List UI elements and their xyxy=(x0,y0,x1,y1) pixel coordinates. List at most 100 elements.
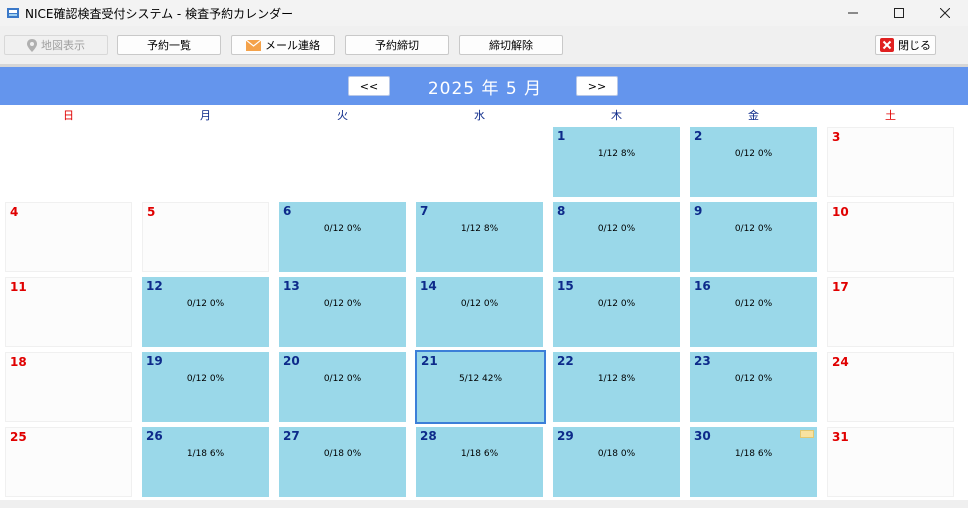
prev-month-button[interactable]: << xyxy=(348,76,390,96)
calendar-cell-day-5[interactable]: 5 xyxy=(142,202,269,272)
mail-button-label: メール連絡 xyxy=(265,39,320,52)
calendar-cell-empty xyxy=(142,127,269,197)
calendar-cell-day-16[interactable]: 16 0/12 0% xyxy=(690,277,817,347)
calendar-cell-day-1[interactable]: 1 1/12 8% xyxy=(553,127,680,197)
reservation-stat: 1/12 8% xyxy=(597,374,636,384)
reservation-stat: 0/12 0% xyxy=(734,374,773,384)
map-button[interactable]: 地図表示 xyxy=(4,35,108,55)
reservation-stat: 5/12 42% xyxy=(458,374,503,384)
weekday-sat: 土 xyxy=(885,109,896,122)
calendar-cell-day-3[interactable]: 3 xyxy=(827,127,954,197)
day-number: 19 xyxy=(146,354,163,368)
day-number: 5 xyxy=(147,205,156,219)
calendar-cell-day-23[interactable]: 23 0/12 0% xyxy=(690,352,817,422)
calendar-cell-empty xyxy=(416,127,543,197)
calendar-cell-day-24[interactable]: 24 xyxy=(827,352,954,422)
calendar-cell-day-7[interactable]: 7 1/12 8% xyxy=(416,202,543,272)
reservation-stat: 0/12 0% xyxy=(186,299,225,309)
calendar-cell-day-9[interactable]: 9 0/12 0% xyxy=(690,202,817,272)
day-number: 27 xyxy=(283,429,300,443)
day-number: 8 xyxy=(557,204,566,218)
reservation-stat: 0/18 0% xyxy=(597,449,636,459)
calendar-cell-day-18[interactable]: 18 xyxy=(5,352,132,422)
reservation-stat: 0/12 0% xyxy=(323,299,362,309)
calendar-cell-day-11[interactable]: 11 xyxy=(5,277,132,347)
reservation-list-button[interactable]: 予約一覧 xyxy=(117,35,221,55)
calendar-cell-day-12[interactable]: 12 0/12 0% xyxy=(142,277,269,347)
reservation-deadline-label: 予約締切 xyxy=(375,39,419,52)
app-icon xyxy=(7,8,19,18)
calendar-cell-day-10[interactable]: 10 xyxy=(827,202,954,272)
calendar-cell-day-14[interactable]: 14 0/12 0% xyxy=(416,277,543,347)
day-number: 15 xyxy=(557,279,574,293)
cancel-deadline-button[interactable]: 締切解除 xyxy=(459,35,563,55)
day-number: 12 xyxy=(146,279,163,293)
next-month-label: >> xyxy=(587,79,607,93)
day-number: 31 xyxy=(832,430,849,444)
calendar-cell-day-20[interactable]: 20 0/12 0% xyxy=(279,352,406,422)
maximize-icon xyxy=(894,8,904,18)
maximize-button[interactable] xyxy=(876,0,922,26)
reservation-stat: 0/12 0% xyxy=(734,149,773,159)
day-number: 6 xyxy=(283,204,292,218)
close-button-label: 閉じる xyxy=(898,39,931,52)
day-number: 16 xyxy=(694,279,711,293)
month-header: << 2025 年 5 月 >> xyxy=(0,67,968,105)
calendar-cell-day-26[interactable]: 26 1/18 6% xyxy=(142,427,269,497)
calendar-cell-day-31[interactable]: 31 xyxy=(827,427,954,497)
reservation-stat: 1/12 8% xyxy=(460,224,499,234)
day-number: 4 xyxy=(10,205,19,219)
close-button[interactable]: 閉じる xyxy=(875,35,936,55)
calendar-cell-day-19[interactable]: 19 0/12 0% xyxy=(142,352,269,422)
calendar-cell-day-27[interactable]: 27 0/18 0% xyxy=(279,427,406,497)
calendar-cell-empty xyxy=(279,127,406,197)
minimize-button[interactable] xyxy=(830,0,876,26)
day-number: 20 xyxy=(283,354,300,368)
day-number: 11 xyxy=(10,280,27,294)
reservation-stat: 0/12 0% xyxy=(323,374,362,384)
close-red-icon xyxy=(880,38,894,52)
mail-button[interactable]: メール連絡 xyxy=(231,35,335,55)
day-number: 9 xyxy=(694,204,703,218)
calendar-cell-day-30[interactable]: 30 1/18 6% xyxy=(690,427,817,497)
day-number: 7 xyxy=(420,204,429,218)
day-number: 26 xyxy=(146,429,163,443)
weekday-wed: 水 xyxy=(474,109,485,122)
bottom-scroll-strip xyxy=(0,500,968,508)
toolbar: 地図表示 予約一覧 メール連絡 予約締切 締切解除 閉じる xyxy=(0,26,968,65)
day-number: 22 xyxy=(557,354,574,368)
reservation-stat: 0/12 0% xyxy=(186,374,225,384)
calendar-cell-day-2[interactable]: 2 0/12 0% xyxy=(690,127,817,197)
reservation-stat: 0/12 0% xyxy=(460,299,499,309)
calendar-cell-day-21-selected[interactable]: 21 5/12 42% xyxy=(415,350,546,424)
day-number: 3 xyxy=(832,130,841,144)
calendar-cell-day-4[interactable]: 4 xyxy=(5,202,132,272)
weekday-sun: 日 xyxy=(63,109,74,122)
day-number: 13 xyxy=(283,279,300,293)
calendar-cell-day-6[interactable]: 6 0/12 0% xyxy=(279,202,406,272)
reservation-deadline-button[interactable]: 予約締切 xyxy=(345,35,449,55)
day-number: 17 xyxy=(832,280,849,294)
calendar-cell-day-17[interactable]: 17 xyxy=(827,277,954,347)
cancel-deadline-label: 締切解除 xyxy=(489,39,533,52)
weekday-fri: 金 xyxy=(748,109,759,122)
day-number: 23 xyxy=(694,354,711,368)
calendar-cell-day-25[interactable]: 25 xyxy=(5,427,132,497)
reservation-stat: 0/12 0% xyxy=(734,224,773,234)
calendar-cell-day-8[interactable]: 8 0/12 0% xyxy=(553,202,680,272)
day-number: 2 xyxy=(694,129,703,143)
day-number: 18 xyxy=(10,355,27,369)
day-number: 1 xyxy=(557,129,566,143)
day-number: 24 xyxy=(832,355,849,369)
calendar-cell-day-15[interactable]: 15 0/12 0% xyxy=(553,277,680,347)
close-window-button[interactable] xyxy=(922,0,968,26)
day-number: 30 xyxy=(694,429,711,443)
reservation-stat: 1/18 6% xyxy=(734,449,773,459)
reservation-stat: 0/12 0% xyxy=(734,299,773,309)
calendar-cell-day-29[interactable]: 29 0/18 0% xyxy=(553,427,680,497)
calendar-cell-day-28[interactable]: 28 1/18 6% xyxy=(416,427,543,497)
calendar-cell-day-22[interactable]: 22 1/12 8% xyxy=(553,352,680,422)
calendar-cell-day-13[interactable]: 13 0/12 0% xyxy=(279,277,406,347)
weekday-thu: 木 xyxy=(611,109,622,122)
next-month-button[interactable]: >> xyxy=(576,76,618,96)
